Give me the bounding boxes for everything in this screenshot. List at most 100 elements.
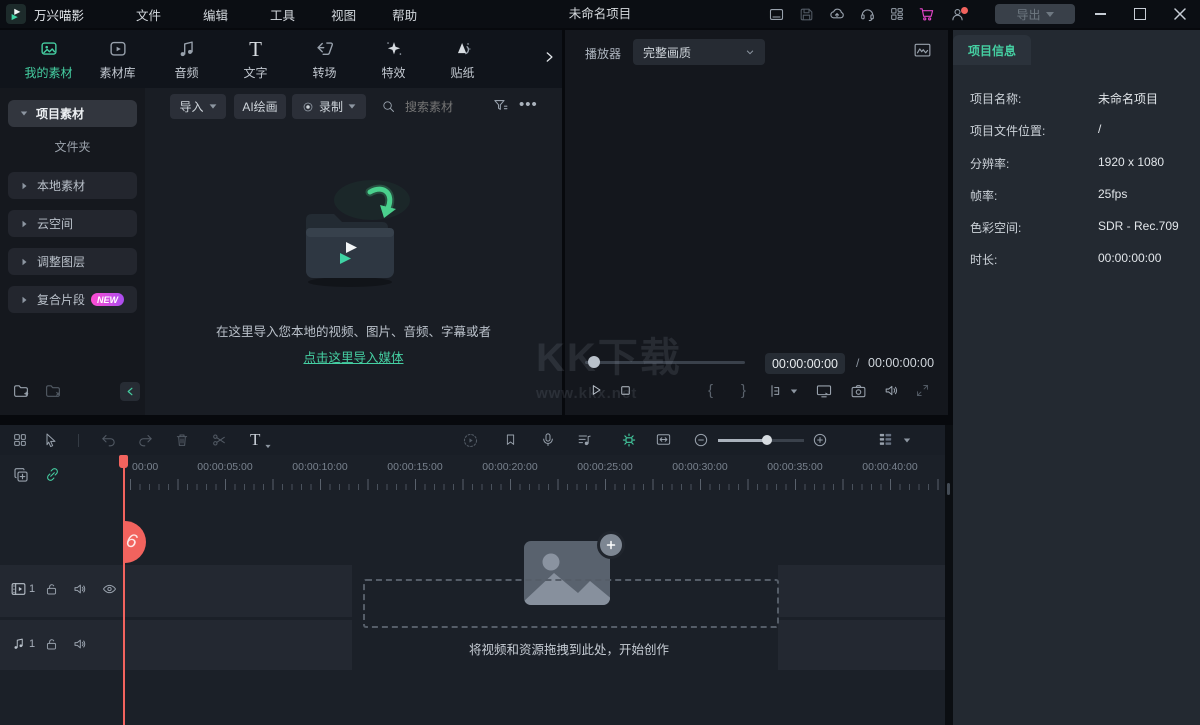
ruler-label: 00:00:10:00 — [292, 461, 347, 473]
current-timecode[interactable]: 00:00:00:00 — [765, 353, 845, 374]
close-button[interactable] — [1160, 0, 1200, 28]
tab-text[interactable]: T 文字 — [221, 30, 290, 88]
minimize-button[interactable] — [1080, 0, 1120, 28]
filter-icon[interactable] — [492, 97, 509, 114]
vertical-scrollbar[interactable] — [947, 483, 950, 495]
seek-handle[interactable] — [588, 356, 600, 368]
sidebar-item-local-media[interactable]: 本地素材 — [8, 172, 137, 199]
delete-folder-icon[interactable] — [44, 382, 62, 400]
layout-mode-icon[interactable] — [12, 432, 28, 448]
search-input[interactable] — [403, 95, 495, 119]
timeline-dropzone[interactable] — [363, 579, 779, 628]
timeline-ruler[interactable]: 00:00 00:00:05:00 00:00:10:00 00:00:15:0… — [0, 455, 945, 492]
quality-dropdown[interactable]: 完整画质 — [633, 39, 765, 65]
tab-label: 转场 — [312, 64, 336, 81]
import-button[interactable]: 导入 — [170, 94, 226, 119]
menu-tools[interactable]: 工具 — [258, 5, 307, 24]
add-folder-icon[interactable] — [12, 382, 30, 400]
import-caret-icon — [209, 104, 216, 108]
mark-in-button[interactable]: { — [708, 382, 713, 399]
split-scissors-icon[interactable] — [211, 432, 227, 448]
scopes-icon[interactable] — [913, 42, 932, 59]
maximize-button[interactable] — [1120, 0, 1160, 28]
trim-caret-icon[interactable] — [791, 390, 797, 394]
sidebar-item-compound-clip[interactable]: 复合片段 NEW — [8, 286, 137, 313]
sidebar-item-adjustment-layer[interactable]: 调整图层 — [8, 248, 137, 275]
audio-lock-icon[interactable] — [44, 636, 59, 652]
apps-grid-icon[interactable] — [889, 6, 905, 22]
zoom-slider-handle[interactable] — [762, 435, 772, 445]
collapse-sidebar-button[interactable] — [120, 382, 140, 401]
smart-cut-icon[interactable] — [620, 431, 638, 449]
fullscreen-icon[interactable] — [915, 383, 930, 398]
play-button[interactable] — [588, 382, 604, 398]
info-row-name: 项目名称: 未命名项目 — [970, 90, 1190, 106]
more-options-icon[interactable]: ••• — [519, 96, 538, 113]
tab-label: 音频 — [174, 64, 198, 81]
render-preview-icon[interactable] — [462, 432, 479, 449]
mark-out-button[interactable]: } — [741, 382, 746, 399]
volume-icon[interactable] — [883, 382, 900, 399]
fit-timeline-icon[interactable] — [655, 432, 672, 447]
snapshot-camera-icon[interactable] — [850, 383, 867, 399]
timeline-zoom-slider[interactable] — [718, 439, 804, 442]
import-folder-illustration — [284, 178, 424, 293]
tab-stickers[interactable]: 贴纸 — [428, 30, 497, 88]
menu-file[interactable]: 文件 — [124, 5, 173, 24]
zoom-out-icon[interactable] — [693, 432, 709, 448]
filmora-app-window: 万兴喵影 文件 编辑 工具 视图 帮助 未命名项目 导出 — [0, 0, 1200, 725]
app-title: 万兴喵影 — [34, 5, 84, 24]
timeline-area: 00:00 00:00:05:00 00:00:10:00 00:00:15:0… — [0, 455, 945, 725]
mirror-display-icon[interactable] — [815, 383, 833, 399]
delete-icon[interactable] — [174, 432, 190, 448]
sidebar-item-project-media[interactable]: 项目素材 — [8, 100, 137, 127]
stop-button[interactable] — [618, 383, 633, 398]
tab-effects[interactable]: 特效 — [359, 30, 428, 88]
import-media-link[interactable]: 点击这里导入媒体 — [145, 347, 562, 366]
menu-view[interactable]: 视图 — [319, 5, 368, 24]
tab-my-media[interactable]: 我的素材 — [14, 30, 83, 88]
audio-mixer-icon[interactable] — [576, 432, 593, 448]
seek-bar[interactable] — [585, 361, 745, 364]
record-button[interactable]: 录制 — [292, 94, 366, 119]
select-tool-icon[interactable] — [43, 432, 59, 448]
audio-mute-icon[interactable] — [72, 636, 88, 652]
playhead-line[interactable] — [123, 455, 125, 725]
cloud-icon[interactable] — [828, 5, 846, 23]
video-mute-icon[interactable] — [72, 581, 88, 597]
ruler-label: 00:00:15:00 — [387, 461, 442, 473]
add-media-plus-button[interactable] — [597, 531, 625, 559]
headset-icon[interactable] — [859, 6, 876, 23]
tab-audio[interactable]: 音频 — [152, 30, 221, 88]
menu-help[interactable]: 帮助 — [380, 5, 429, 24]
notification-dot — [961, 7, 968, 14]
video-visibility-icon[interactable] — [101, 581, 118, 597]
playhead-handle[interactable] — [119, 455, 128, 468]
nav-expand-chevron-icon[interactable] — [542, 50, 556, 64]
zoom-in-icon[interactable] — [812, 432, 828, 448]
export-button[interactable]: 导出 — [995, 4, 1075, 24]
marker-icon[interactable] — [503, 432, 518, 448]
track-manager-icon[interactable] — [877, 431, 894, 448]
info-row-framerate: 帧率: 25fps — [970, 187, 1190, 203]
save-icon[interactable] — [798, 6, 815, 23]
track-manager-caret-icon[interactable] — [904, 439, 910, 443]
sidebar-item-cloud-space[interactable]: 云空间 — [8, 210, 137, 237]
tab-project-info[interactable]: 项目信息 — [953, 35, 1031, 65]
voiceover-mic-icon[interactable] — [540, 431, 556, 448]
cart-icon[interactable] — [918, 5, 936, 23]
layout-icon[interactable] — [768, 6, 785, 23]
timeline-badge[interactable]: 6 — [125, 521, 146, 563]
trim-tool-icon[interactable] — [768, 383, 784, 399]
quick-text-icon[interactable]: T — [250, 430, 260, 450]
media-empty-state: 在这里导入您本地的视频、图片、音频、字幕或者 点击这里导入媒体 — [145, 178, 562, 366]
redo-icon[interactable] — [137, 432, 154, 449]
tab-transitions[interactable]: 转场 — [290, 30, 359, 88]
menu-edit[interactable]: 编辑 — [191, 5, 240, 24]
undo-icon[interactable] — [100, 432, 117, 449]
account-icon[interactable] — [949, 6, 966, 23]
ai-paint-button[interactable]: AI绘画 — [234, 94, 286, 119]
sidebar-item-folder[interactable]: 文件夹 — [0, 138, 145, 155]
tab-stock-media[interactable]: 素材库 — [83, 30, 152, 88]
video-lock-icon[interactable] — [44, 581, 59, 597]
